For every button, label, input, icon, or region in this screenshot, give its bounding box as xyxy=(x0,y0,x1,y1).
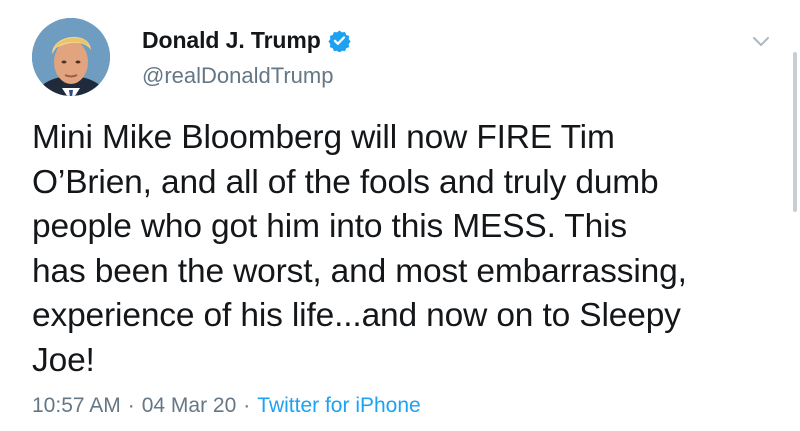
display-name-row: Donald J. Trump xyxy=(142,24,351,56)
scrollbar[interactable] xyxy=(793,52,797,212)
display-name[interactable]: Donald J. Trump xyxy=(142,27,321,54)
tweet-text: Mini Mike Bloomberg will now FIRE Tim O’… xyxy=(32,119,687,379)
verified-badge-icon xyxy=(328,29,351,53)
tweet-time: 10:57 AM xyxy=(32,394,121,417)
user-info: Donald J. Trump @realDonaldTrump xyxy=(142,24,351,89)
user-handle[interactable]: @realDonaldTrump xyxy=(142,63,351,89)
tweet-source-link[interactable]: Twitter for iPhone xyxy=(257,394,420,418)
avatar[interactable] xyxy=(32,18,110,96)
meta-separator: · xyxy=(243,394,251,417)
tweet-meta: 10:57 AM · 04 Mar 20 · Twitter for iPhon… xyxy=(32,394,421,418)
avatar-image xyxy=(32,18,110,96)
tweet-date: 04 Mar 20 xyxy=(141,394,237,417)
meta-separator: · xyxy=(127,394,135,417)
tweet-card: Donald J. Trump @realDonaldTrump Mini Mi… xyxy=(0,0,800,431)
chevron-down-icon[interactable] xyxy=(750,34,772,50)
